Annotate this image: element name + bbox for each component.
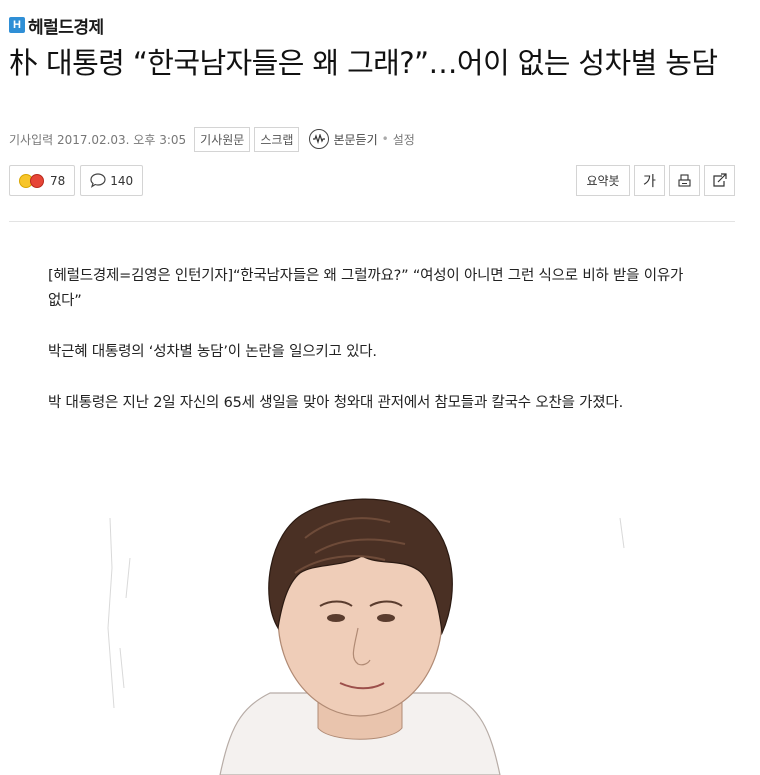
- meta-separator: •: [381, 132, 389, 146]
- article-title: 朴 대통령 “한국남자들은 왜 그래?”…어이 없는 성차별 농담: [9, 46, 718, 80]
- article-body: [헤럴드경제=김영은 인턴기자]“한국남자들은 왜 그럴까요?” “여성이 아니…: [48, 264, 698, 442]
- reaction-count: 78: [50, 173, 66, 188]
- print-icon: [677, 173, 692, 188]
- reaction-bar: 78 140: [9, 165, 148, 196]
- scrap-button[interactable]: 스크랩: [254, 126, 300, 152]
- original-article-link[interactable]: 기사원문: [194, 126, 251, 152]
- article-paragraph: 박 대통령은 지난 2일 자신의 65세 생일을 맞아 청와대 관저에서 참모들…: [48, 395, 623, 411]
- share-icon: [712, 173, 728, 188]
- press-name[interactable]: 헤럴드경제: [28, 13, 104, 38]
- publish-date: 기사입력 2017.02.03. 오후 3:05: [9, 132, 187, 147]
- article-paragraph: [헤럴드경제=김영은 인턴기자]“한국남자들은 왜 그럴까요?” “여성이 아니…: [48, 268, 684, 309]
- audio-wave-icon: [309, 129, 330, 149]
- article-paragraph: 박근혜 대통령의 ‘성차별 농담’이 논란을 일으키고 있다.: [48, 344, 377, 360]
- speech-bubble-icon: [90, 173, 106, 188]
- comment-count: 140: [110, 173, 134, 188]
- settings-link[interactable]: 설정: [393, 131, 415, 148]
- share-button[interactable]: [704, 165, 735, 196]
- angry-reaction-icon: [30, 173, 44, 188]
- comment-button[interactable]: 140: [80, 165, 144, 196]
- font-size-button[interactable]: 가: [634, 165, 665, 196]
- header-divider: [9, 221, 735, 222]
- press-header[interactable]: H 헤럴드경제: [9, 13, 104, 38]
- press-logo-icon: H: [9, 17, 25, 33]
- article-illustration: [100, 478, 660, 775]
- listen-label: 본문듣기: [333, 132, 378, 147]
- article-meta: 기사입력 2017.02.03. 오후 3:05 기사원문 스크랩 본문듣기 •…: [9, 126, 415, 152]
- summary-bot-button[interactable]: 요약봇: [576, 165, 630, 196]
- listen-button[interactable]: 본문듣기: [309, 129, 378, 149]
- print-button[interactable]: [669, 165, 700, 196]
- reaction-button[interactable]: 78: [9, 165, 76, 196]
- article-tools: 요약봇 가: [572, 165, 735, 196]
